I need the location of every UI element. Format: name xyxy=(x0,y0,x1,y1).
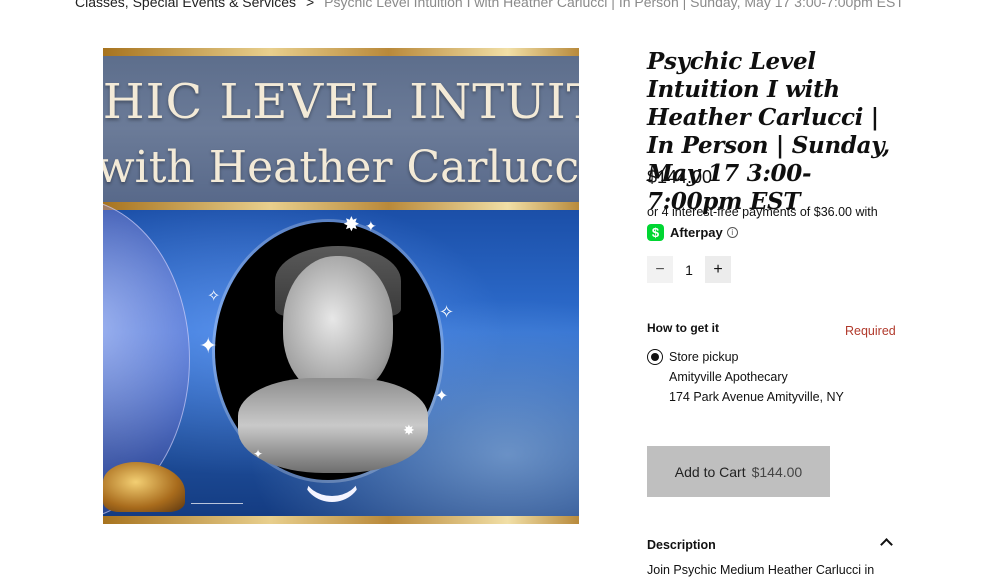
gold-border-bottom xyxy=(103,516,579,524)
sparkle-icon: ✦ xyxy=(253,447,264,461)
afterpay-label: Afterpay xyxy=(670,224,723,240)
product-image[interactable]: CHIC LEVEL INTUITION with Heather Carluc… xyxy=(103,48,579,524)
portrait-face xyxy=(283,256,393,396)
afterpay-row[interactable]: $ Afterpay i xyxy=(647,223,738,241)
pickup-store-address: 174 Park Avenue Amityville, NY xyxy=(669,390,844,404)
cash-app-icon: $ xyxy=(647,223,664,241)
pickup-store-name: Amityville Apothecary xyxy=(669,370,788,384)
product-details: Psychic Level Intuition I with Heather C… xyxy=(647,48,898,216)
sparkle-icon: ✦ xyxy=(199,334,218,359)
sparkle-icon: ✧ xyxy=(439,302,455,323)
breadcrumb-separator: > xyxy=(305,0,315,10)
breadcrumb: Classes, Special Events & Services > Psych… xyxy=(75,0,904,12)
store-pickup-label[interactable]: Store pickup xyxy=(669,350,738,364)
gold-border-middle xyxy=(103,202,579,210)
store-pickup-radio[interactable] xyxy=(647,349,663,365)
sparkle-icon: ✸ xyxy=(403,423,415,439)
description-toggle[interactable]: Description xyxy=(647,538,716,552)
sparkle-icon: ✧ xyxy=(207,286,221,305)
image-title-band: CHIC LEVEL INTUITION with Heather Carluc… xyxy=(103,56,579,202)
quantity-stepper: − 1 + xyxy=(647,256,731,283)
quantity-increase-button[interactable]: + xyxy=(705,256,731,283)
product-title: Psychic Level Intuition I with Heather C… xyxy=(647,48,890,215)
image-title-line1: CHIC LEVEL INTUITION xyxy=(103,74,579,130)
breadcrumb-current: Psychic Level Intuition I with Heather C… xyxy=(324,0,904,10)
gold-border-top xyxy=(103,48,579,56)
sparkle-icon: ✦ xyxy=(365,219,377,235)
info-icon[interactable]: i xyxy=(726,226,738,238)
image-decorative-line xyxy=(191,503,243,504)
add-to-cart-price: $144.00 xyxy=(751,463,803,480)
product-price: $144.00 xyxy=(647,167,713,187)
sparkle-icon: ✸ xyxy=(343,212,360,236)
crescent-moon-graphic xyxy=(303,450,361,502)
add-to-cart-button[interactable]: Add to Cart $144.00 xyxy=(647,446,830,497)
sparkle-icon: ✦ xyxy=(435,386,449,405)
description-text: Join Psychic Medium Heather Carlucci in xyxy=(647,563,875,577)
add-to-cart-label: Add to Cart xyxy=(674,463,746,480)
afterpay-installment-text: or 4 interest-free payments of $36.00 wi… xyxy=(647,205,878,219)
quantity-decrease-button[interactable]: − xyxy=(647,256,673,283)
image-title-line2: with Heather Carlucci xyxy=(103,142,579,193)
chevron-up-icon[interactable] xyxy=(880,538,893,551)
fulfillment-label: How to get it xyxy=(647,321,719,335)
breadcrumb-parent-link[interactable]: Classes, Special Events & Services xyxy=(75,0,296,10)
required-label: Required xyxy=(845,324,896,338)
quantity-input[interactable]: 1 xyxy=(673,262,705,278)
